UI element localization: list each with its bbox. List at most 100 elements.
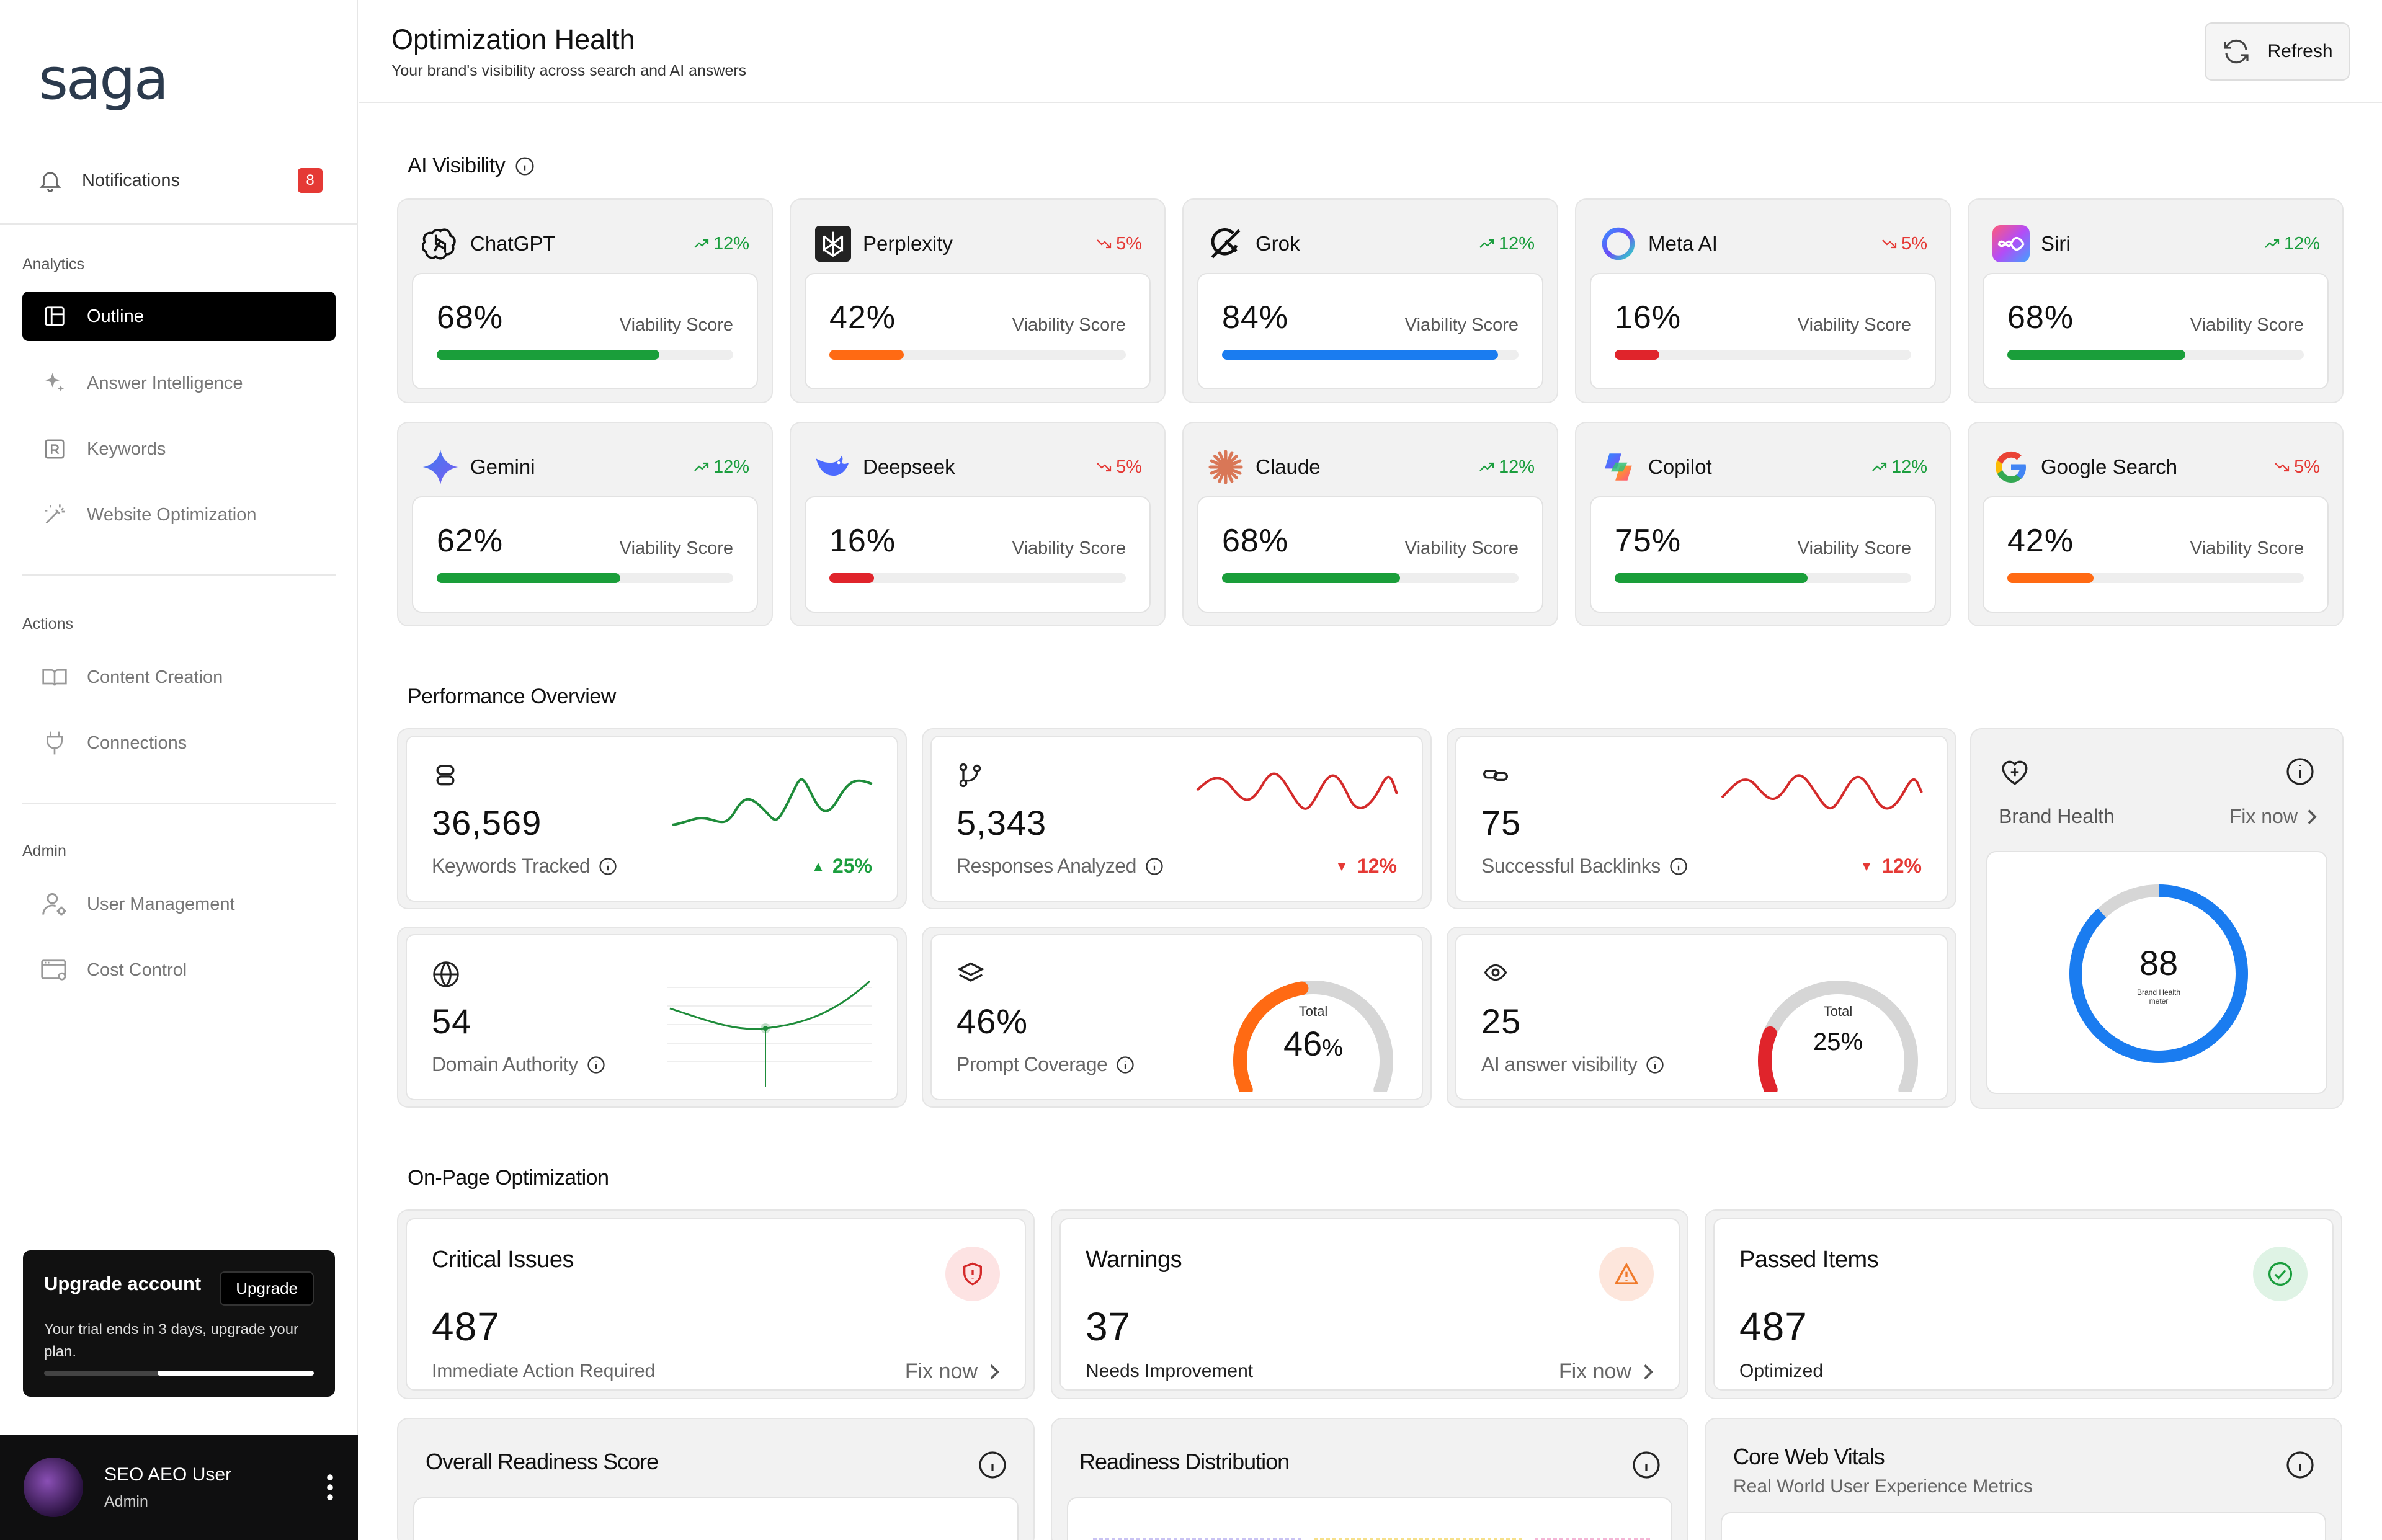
passed-items-card[interactable]: Passed Items 487 Optimized: [1705, 1209, 2342, 1399]
viability-progress-bar: [829, 573, 1126, 583]
trend-indicator: 12%: [694, 457, 749, 478]
sidebar-item-user-management[interactable]: User Management: [22, 879, 336, 929]
gauge-value: 46: [1283, 1024, 1323, 1063]
refresh-button[interactable]: Refresh: [2205, 22, 2350, 81]
metric-label: Responses Analyzed: [957, 855, 1164, 878]
ai-platform-card-grok[interactable]: Grok 12% 84% Viability Score: [1182, 198, 1558, 403]
viability-progress-bar: [1222, 573, 1519, 583]
overall-readiness-score-card[interactable]: Overall Readiness Score: [397, 1418, 1035, 1540]
sidebar-item-outline[interactable]: Outline: [22, 292, 336, 341]
viability-progress-fill: [1222, 350, 1498, 360]
ai-platform-card-claude[interactable]: Claude 12% 68% Viability Score: [1182, 422, 1558, 626]
info-icon[interactable]: [1631, 1450, 1661, 1480]
fix-now-link[interactable]: Fix now: [905, 1360, 1000, 1384]
viability-progress-bar: [1615, 350, 1911, 360]
score-panel: 68% Viability Score: [412, 273, 758, 389]
trend-indicator: 5%: [1881, 234, 1927, 254]
ai-platform-card-google-search[interactable]: Google Search 5% 42% Viability Score: [1968, 422, 2344, 626]
card-header: Gemini 12%: [421, 445, 749, 489]
ai-platform-card-meta-ai[interactable]: Meta AI 5% 16% Viability Score: [1575, 198, 1951, 403]
critical-issues-card[interactable]: Critical Issues 487 Immediate Action Req…: [397, 1209, 1035, 1399]
card-inner: [1721, 1512, 2326, 1540]
prompt-coverage-card[interactable]: 46% Prompt Coverage Total 46%: [922, 927, 1432, 1108]
sidebar-item-connections[interactable]: Connections: [22, 718, 336, 768]
metric-label-text: Keywords Tracked: [432, 855, 591, 877]
fix-now-link[interactable]: Fix now: [1559, 1360, 1654, 1384]
card-subtitle: Real World User Experience Metrics: [1733, 1476, 2033, 1497]
metric-value: 75: [1481, 803, 1522, 842]
sidebar-item-website-optimization[interactable]: Website Optimization: [22, 490, 336, 540]
sidebar-item-label: Keywords: [87, 438, 166, 459]
info-icon[interactable]: [587, 1056, 605, 1074]
fix-now-text: Fix now: [1558, 1360, 1631, 1383]
metric-change: ▼ 12%: [1860, 855, 1922, 878]
card-header: ChatGPT 12%: [421, 222, 749, 265]
notifications-item[interactable]: Notifications 8: [37, 162, 323, 198]
sidebar-item-cost-control[interactable]: Cost Control: [22, 945, 336, 995]
layout-icon: [41, 303, 68, 330]
trend-value: 12%: [1498, 233, 1535, 254]
sidebar-item-answer-intelligence[interactable]: Answer Intelligence: [22, 358, 336, 408]
card-title: Overall Readiness Score: [426, 1449, 659, 1474]
responses-analyzed-card[interactable]: 5,343 Responses Analyzed ▼ 12%: [922, 728, 1432, 909]
user-profile[interactable]: SEO AEO User Admin: [0, 1435, 358, 1540]
platform-name: Grok: [1256, 232, 1300, 255]
domain-authority-card[interactable]: 54 Domain Authority: [397, 927, 907, 1108]
metric-change: ▼ 12%: [1335, 855, 1397, 878]
billing-window-icon: [41, 956, 68, 984]
trend-down-icon: [1881, 238, 1898, 249]
info-icon[interactable]: [599, 857, 617, 876]
warnings-card[interactable]: Warnings 37 Needs Improvement Fix now: [1051, 1209, 1688, 1399]
trial-progress-bar: [44, 1371, 314, 1376]
viability-progress-bar: [1615, 573, 1911, 583]
ai-platform-card-gemini[interactable]: Gemini 12% 62% Viability Score: [397, 422, 773, 626]
brand-health-fix-now[interactable]: Fix now: [2229, 805, 2317, 828]
viability-label: Viability Score: [1797, 538, 1911, 558]
core-web-vitals-card[interactable]: Core Web Vitals Real World User Experien…: [1705, 1418, 2342, 1540]
viability-label: Viability Score: [1404, 538, 1519, 558]
gauge-fill: [1758, 1026, 1778, 1092]
card-title: Passed Items: [1739, 1247, 1879, 1273]
ai-platform-card-siri[interactable]: Siri 12% 68% Viability Score: [1968, 198, 2344, 403]
ai-answer-visibility-card[interactable]: 25 AI answer visibility Total 25%: [1447, 927, 1956, 1108]
info-icon[interactable]: [2285, 757, 2315, 786]
brand-health-card[interactable]: Brand Health Fix now 88 Brand Health met…: [1970, 728, 2344, 1109]
readiness-distribution-card[interactable]: Readiness Distribution: [1051, 1418, 1688, 1540]
upgrade-button[interactable]: Upgrade: [220, 1271, 314, 1306]
saga-logo[interactable]: saga: [38, 46, 169, 112]
info-icon[interactable]: [978, 1450, 1007, 1480]
metric-label: Domain Authority: [432, 1053, 605, 1076]
viability-progress-fill: [2007, 573, 2094, 583]
successful-backlinks-card[interactable]: 75 Successful Backlinks ▼ 12%: [1447, 728, 1956, 909]
viability-progress-bar: [1222, 350, 1519, 360]
warning-triangle-icon: [1599, 1247, 1654, 1301]
performance-overview-title: Performance Overview: [408, 685, 616, 708]
card-header: Claude 12%: [1206, 445, 1535, 489]
upgrade-account-panel: Upgrade account Upgrade Your trial ends …: [23, 1250, 335, 1397]
ai-platform-card-perplexity[interactable]: Perplexity 5% 42% Viability Score: [790, 198, 1166, 403]
viability-value: 84%: [1222, 300, 1289, 336]
brand-health-score: 88: [2139, 943, 2179, 982]
ai-platform-card-deepseek[interactable]: Deepseek 5% 16% Viability Score: [790, 422, 1166, 626]
info-icon[interactable]: [1646, 1056, 1664, 1074]
sidebar-item-keywords[interactable]: Keywords: [22, 424, 336, 474]
info-icon[interactable]: [2285, 1450, 2315, 1480]
sparkline-chart: [1721, 774, 1923, 810]
ai-platform-card-copilot[interactable]: Copilot 12% 75% Viability Score: [1575, 422, 1951, 626]
keywords-tracked-card[interactable]: 36,569 Keywords Tracked ▲ 25%: [397, 728, 907, 909]
more-vertical-icon[interactable]: [326, 1472, 334, 1502]
info-icon[interactable]: [1116, 1056, 1135, 1074]
trend-value: 12%: [713, 233, 749, 254]
info-icon[interactable]: [515, 156, 535, 176]
shield-alert-icon: [945, 1247, 1000, 1301]
ai-platform-card-chatgpt[interactable]: ChatGPT 12% 68% Viability Score: [397, 198, 773, 403]
deepseek-logo-icon: [813, 447, 853, 487]
page-subtitle: Your brand's visibility across search an…: [391, 62, 747, 79]
info-icon[interactable]: [1669, 857, 1688, 876]
card-inner: 36,569 Keywords Tracked ▲ 25%: [406, 736, 898, 902]
fix-now-text: Fix now: [2229, 805, 2298, 827]
page-title: Optimization Health: [391, 24, 635, 55]
stack-icon: [432, 762, 459, 789]
info-icon[interactable]: [1145, 857, 1164, 876]
sidebar-item-content-creation[interactable]: Content Creation: [22, 652, 336, 702]
